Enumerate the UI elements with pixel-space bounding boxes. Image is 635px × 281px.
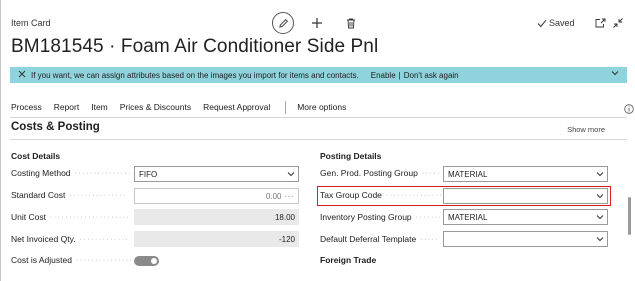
delete-icon [347,18,355,28]
cost-details-title: Cost Details [11,151,61,161]
open-new-window-button[interactable] [590,13,610,33]
top-bar: Item Card Saved [1,10,635,36]
costing-method-select[interactable]: FIFO [134,166,299,182]
notification-bar: If you want, we can assign attributes ba… [10,67,627,83]
chevron-down-icon [593,170,607,179]
collapse-icon [613,18,623,28]
page-type-label: Item Card [11,18,51,28]
show-more-link[interactable]: Show more [567,125,605,134]
new-button[interactable] [307,13,327,33]
close-icon [18,70,26,77]
gen-prod-posting-group-label: Gen. Prod. Posting Group······· [320,168,442,178]
open-new-window-icon [595,18,605,28]
inventory-posting-group-value: MATERIAL [448,212,488,222]
action-prices-discounts[interactable]: Prices & Discounts [120,102,191,112]
notification-dismiss-link[interactable]: Don't ask again [404,71,459,80]
tax-group-code-label: Tax Group Code ················ [320,190,442,200]
chevron-down-icon [284,170,298,179]
net-invoiced-qty-label: Net Invoiced Qty. ············· [11,234,130,244]
action-process[interactable]: Process [11,102,42,112]
standard-cost-label: Standard Cost ··············· [11,190,127,200]
scrollbar-thumb[interactable] [628,197,631,235]
tax-group-code-select[interactable] [443,188,608,204]
notification-message: If you want, we can assign attributes ba… [31,70,359,80]
more-icon[interactable]: ··· [285,192,295,201]
action-item[interactable]: Item [91,102,108,112]
section-title[interactable]: Costs & Posting [11,121,100,133]
inventory-posting-group-label: Inventory Posting Group ······· [320,212,442,222]
toggle-knob [151,258,157,264]
delete-button[interactable] [341,13,361,33]
default-deferral-template-select[interactable] [443,231,608,247]
unit-cost-value: 18.00 [134,209,299,225]
chevron-down-icon [593,235,607,244]
action-divider [285,100,287,114]
scrollbar[interactable] [628,185,632,235]
action-more-options[interactable]: More options [297,102,346,112]
gen-prod-posting-group-select[interactable]: MATERIAL [443,166,608,182]
add-icon [312,18,322,28]
posting-details-title: Posting Details [320,151,382,161]
info-icon [624,104,634,114]
chevron-down-icon [611,71,619,76]
notification-expand-button[interactable] [611,69,619,79]
saved-label: Saved [549,18,575,28]
edit-button[interactable] [272,12,294,34]
action-request-approval[interactable]: Request Approval [203,102,270,112]
notification-close-button[interactable] [18,70,26,81]
page-title: BM181545 · Foam Air Conditioner Side Pnl [11,36,379,57]
collapse-button[interactable] [608,13,628,33]
costing-method-label: Costing Method ··············· [11,168,131,178]
item-card-page: Item Card Saved BM181545 · Foam Air Cond… [0,0,635,281]
unit-cost-label: Unit Cost ····················· [11,212,131,222]
action-report[interactable]: Report [54,102,80,112]
foreign-trade-title: Foreign Trade [320,255,377,265]
standard-cost-input[interactable]: 0.00 ··· [134,188,299,204]
costing-method-value: FIFO [139,169,158,179]
chevron-down-icon [593,213,607,222]
gen-prod-posting-group-value: MATERIAL [448,169,488,179]
notification-separator: | [398,70,401,80]
net-invoiced-qty-value: -120 [134,231,299,247]
cost-is-adjusted-label: Cost is Adjusted ··············· [11,255,131,265]
standard-cost-value: 0.00 [265,191,282,201]
divider [10,139,627,140]
chevron-down-icon [593,192,607,201]
saved-status: Saved [537,18,575,28]
notification-enable-link[interactable]: Enable [371,71,396,80]
check-icon [537,19,547,27]
cost-is-adjusted-toggle[interactable] [134,256,159,266]
divider [10,117,627,118]
edit-icon [278,18,288,28]
action-bar: Process Report Item Prices & Discounts R… [11,100,358,114]
inventory-posting-group-select[interactable]: MATERIAL [443,209,608,225]
default-deferral-template-label: Default Deferral Template ····· [320,234,440,244]
